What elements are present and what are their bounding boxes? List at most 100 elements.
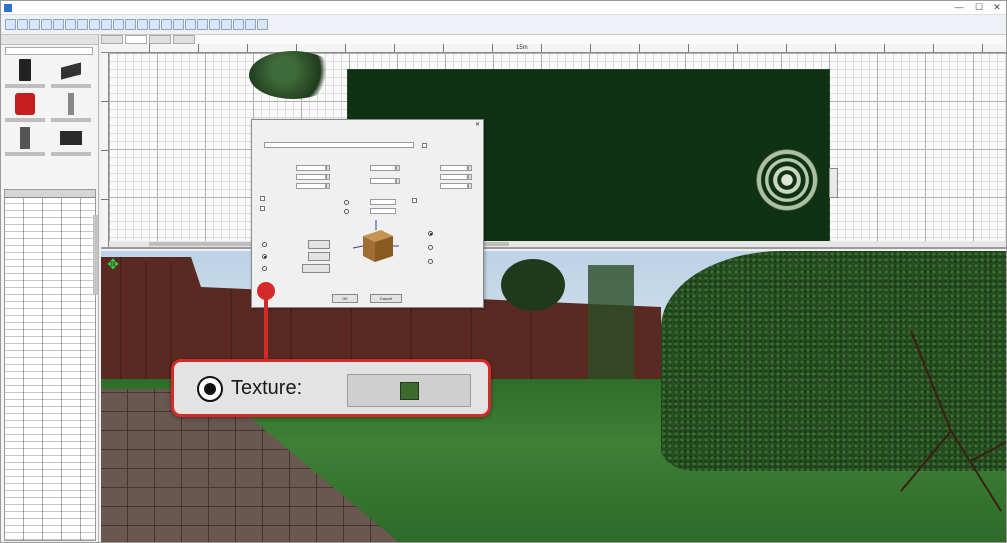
horizontal-ruler: 15m: [101, 44, 1006, 53]
catalog-item-washer[interactable]: [5, 91, 45, 127]
toolbar-button[interactable]: [257, 19, 268, 30]
washer-icon: [15, 93, 35, 115]
toolbar-button[interactable]: [221, 19, 232, 30]
toolbar-button[interactable]: [113, 19, 124, 30]
roll-spinner[interactable]: [396, 178, 400, 184]
color-button[interactable]: [308, 240, 330, 249]
toolbar-button[interactable]: [173, 19, 184, 30]
mirror-radio-1[interactable]: [428, 231, 433, 236]
toolbar-button[interactable]: [29, 19, 40, 30]
toolbar-button[interactable]: [245, 19, 256, 30]
vertical-ruler: [101, 53, 109, 247]
radio-selected-icon: [197, 376, 223, 402]
toolbar-button[interactable]: [149, 19, 160, 30]
toolbar-button[interactable]: [233, 19, 244, 30]
texture-button[interactable]: [308, 252, 330, 261]
cancel-button[interactable]: Cancel: [370, 294, 402, 303]
x-spinner[interactable]: [326, 165, 330, 171]
depth-spinner[interactable]: [468, 174, 472, 180]
pitch-field-1[interactable]: [370, 199, 396, 205]
toolbar-button[interactable]: [41, 19, 52, 30]
x-field[interactable]: [296, 165, 326, 171]
width-field[interactable]: [440, 165, 468, 171]
toolbar-button[interactable]: [89, 19, 100, 30]
elevation-field[interactable]: [296, 183, 326, 189]
keep-proportions-checkbox[interactable]: [412, 198, 417, 203]
app-icon: [4, 4, 12, 12]
catalog-item-lamp[interactable]: [51, 91, 91, 127]
minimize-button[interactable]: —: [950, 1, 968, 15]
toolbar-button[interactable]: [101, 19, 112, 30]
refrigerator-icon: [19, 59, 31, 81]
color-radio[interactable]: [262, 242, 267, 247]
width-spinner[interactable]: [468, 165, 472, 171]
radiator-icon: [61, 62, 81, 80]
axis-radio-1[interactable]: [344, 200, 349, 205]
callout-connector: [264, 296, 268, 360]
dialog-title: [252, 120, 483, 129]
toolbar-button[interactable]: [53, 19, 64, 30]
callout-texture-button: [347, 374, 471, 407]
toolbar-button[interactable]: [65, 19, 76, 30]
furniture-list-table[interactable]: [4, 189, 96, 541]
depth-field[interactable]: [440, 174, 468, 180]
y-spinner[interactable]: [326, 174, 330, 180]
plan-tab[interactable]: [101, 35, 123, 44]
modify-materials-button[interactable]: [302, 264, 330, 273]
move-arrows-icon[interactable]: ✥: [106, 257, 120, 271]
maximize-button[interactable]: ☐: [970, 1, 988, 15]
left-panel-scrollbar[interactable]: [93, 215, 98, 295]
toolbar-button[interactable]: [185, 19, 196, 30]
toolbar-button[interactable]: [161, 19, 172, 30]
app-window: — ☐ ✕ 15m ✥ ✕ OK Cancel Texture:: [0, 0, 1007, 543]
axis-radio-2[interactable]: [344, 209, 349, 214]
toolbar-button[interactable]: [125, 19, 136, 30]
roll-field[interactable]: [370, 178, 396, 184]
plan-tree-topleft[interactable]: [249, 51, 337, 99]
plan-tab[interactable]: [173, 35, 195, 44]
toolbar-button[interactable]: [77, 19, 88, 30]
toolbar-button[interactable]: [5, 19, 16, 30]
angle-spinner[interactable]: [396, 165, 400, 171]
plan-tree-right[interactable]: [748, 125, 826, 235]
plan-view[interactable]: 15m: [101, 35, 1006, 249]
y-field[interactable]: [296, 174, 326, 180]
angle-field[interactable]: [370, 165, 396, 171]
ruler-label: 15m: [516, 45, 528, 51]
plan-tab[interactable]: [149, 35, 171, 44]
name-field[interactable]: [264, 142, 414, 148]
ok-button[interactable]: OK: [332, 294, 358, 303]
catalog-item-cabinet[interactable]: [5, 125, 45, 161]
catalog-item-refrigerator[interactable]: [5, 57, 45, 93]
callout-texture-label: Texture:: [231, 377, 303, 399]
mirror-radio-3[interactable]: [428, 259, 433, 264]
option-checkbox-2[interactable]: [260, 206, 265, 211]
option-checkbox-1[interactable]: [260, 196, 265, 201]
catalog-tabs[interactable]: [1, 35, 98, 45]
toolbar-button[interactable]: [17, 19, 28, 30]
texture-radio[interactable]: [262, 254, 267, 259]
name-checkbox[interactable]: [422, 143, 427, 148]
height-field[interactable]: [440, 183, 468, 189]
elevation-spinner[interactable]: [326, 183, 330, 189]
pitch-field-2[interactable]: [370, 208, 396, 214]
furniture-preview: [352, 220, 399, 262]
title-bar: — ☐ ✕: [1, 1, 1006, 15]
materials-radio[interactable]: [262, 266, 267, 271]
catalog-search-input[interactable]: [5, 47, 93, 55]
cabinet-icon: [20, 127, 30, 149]
toolbar-button[interactable]: [209, 19, 220, 30]
toolbar-button[interactable]: [197, 19, 208, 30]
catalog-item-radiator[interactable]: [51, 57, 91, 93]
catalog-item-tv[interactable]: [51, 125, 91, 161]
plan-resize-handle[interactable]: [829, 168, 838, 198]
mirror-radio-2[interactable]: [428, 245, 433, 250]
toolbar-button[interactable]: [137, 19, 148, 30]
plan-tab-active[interactable]: [125, 35, 147, 44]
plan-grid[interactable]: [109, 51, 1006, 247]
furniture-table-header: [5, 190, 95, 198]
dialog-close-button[interactable]: ✕: [475, 121, 480, 128]
plan-horizontal-scrollbar[interactable]: [109, 241, 1006, 247]
height-spinner[interactable]: [468, 183, 472, 189]
close-button[interactable]: ✕: [988, 1, 1006, 15]
